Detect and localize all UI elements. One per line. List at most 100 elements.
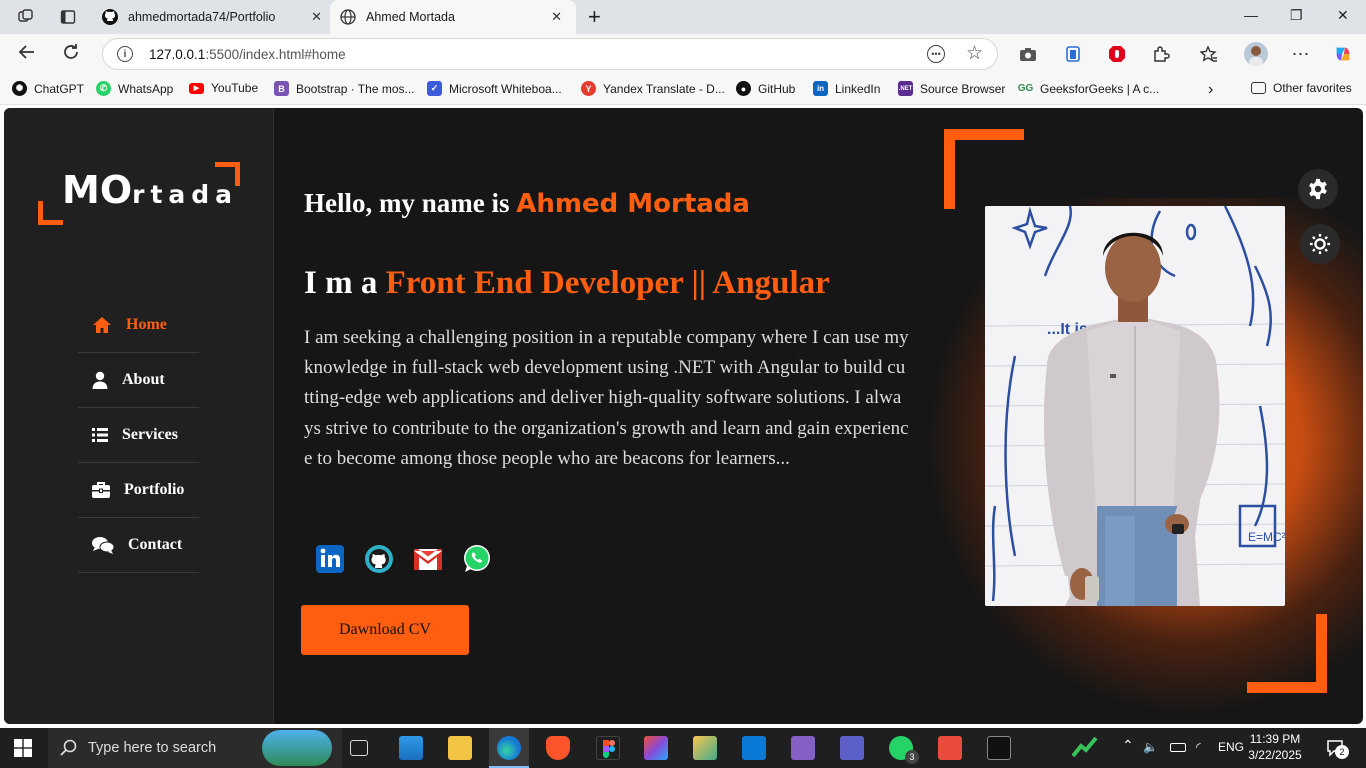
restore-icon[interactable]: ❐ [1290, 7, 1303, 24]
profile-photo: ...It is al E=MC² [985, 206, 1285, 606]
github-icon: ● [736, 81, 751, 96]
bookmark-label: GeeksforGeeks | A c... [1040, 81, 1160, 96]
bootstrap-icon: B [274, 81, 289, 96]
refresh-icon[interactable] [62, 43, 80, 66]
minimize-icon[interactable]: — [1244, 7, 1258, 23]
nav-item-home[interactable]: Home [78, 298, 199, 353]
globe-icon [340, 9, 356, 25]
greeting-prefix: Hello, my name is [304, 188, 510, 218]
terminal-icon[interactable] [987, 736, 1011, 760]
snipping-tool-icon[interactable] [693, 736, 717, 760]
nav-item-about[interactable]: About [78, 353, 199, 408]
download-cv-button[interactable]: Dawnload CV [301, 605, 469, 655]
nav-item-services[interactable]: Services [78, 408, 199, 463]
edge-icon [497, 736, 521, 760]
visual-studio-icon[interactable] [791, 736, 815, 760]
favorite-star-icon[interactable]: ☆ [966, 42, 983, 65]
gmail-icon[interactable] [413, 544, 443, 574]
bio-paragraph: I am seeking a challenging position in a… [304, 327, 909, 469]
bookmark-youtube[interactable]: ▶ YouTube [189, 81, 258, 95]
bookmark-label: LinkedIn [835, 81, 881, 96]
whatsapp-taskbar-icon[interactable]: 3 [889, 736, 919, 764]
close-window-icon[interactable]: ✕ [1337, 7, 1349, 24]
whatsapp-icon: ✆ [96, 81, 111, 96]
more-options-icon[interactable]: ⋯ [1291, 44, 1311, 64]
bookmark-label: Source Browser [920, 81, 1006, 96]
whatsapp-badge: 3 [905, 750, 919, 764]
theme-toggle-button[interactable] [1300, 224, 1340, 264]
nav-label: About [122, 371, 165, 388]
dotnet-icon: .NET [898, 81, 913, 96]
theme-settings-button[interactable] [1298, 169, 1338, 209]
edge-taskbar-button[interactable] [489, 728, 529, 768]
bookmark-label: Microsoft Whiteboa... [449, 81, 562, 96]
logo-initials: MO [62, 168, 133, 212]
url-input[interactable]: i 127.0.0.1:5500/index.html#home ••• ☆ [102, 38, 998, 70]
bookmark-label: Bootstrap · The mos... [296, 81, 415, 96]
brave-icon[interactable] [546, 736, 570, 760]
git-tool-icon[interactable] [644, 736, 668, 760]
bookmark-yandex[interactable]: Y Yandex Translate - D... [581, 81, 725, 96]
battery-icon[interactable] [1170, 743, 1186, 752]
briefcase-icon [92, 482, 110, 498]
language-indicator[interactable]: ENG [1218, 740, 1244, 754]
github-icon[interactable] [364, 544, 394, 574]
taskbar-search[interactable]: Type here to search [48, 728, 342, 768]
profile-avatar[interactable] [1244, 42, 1268, 66]
other-favorites[interactable]: Other favorites [1251, 81, 1352, 95]
stocks-widget-icon[interactable] [1071, 736, 1098, 760]
nav-item-portfolio[interactable]: Portfolio [78, 463, 199, 518]
close-tab-icon[interactable]: ✕ [311, 9, 322, 25]
comments-icon [92, 537, 114, 554]
anydesk-icon[interactable] [938, 736, 962, 760]
store-icon[interactable] [399, 736, 423, 760]
site-info-icon[interactable]: i [117, 46, 133, 62]
figma-icon[interactable] [596, 736, 620, 760]
bookmark-linkedin[interactable]: in LinkedIn [813, 81, 880, 96]
bookmark-whatsapp[interactable]: ✆ WhatsApp [96, 81, 173, 96]
bookmark-whiteboard[interactable]: ✓ Microsoft Whiteboa... [427, 81, 562, 96]
notification-count: 2 [1335, 745, 1349, 759]
clock[interactable]: 11:39 PM 3/22/2025 [1248, 731, 1302, 763]
file-explorer-icon[interactable] [448, 736, 472, 760]
logo[interactable]: MOrtada [38, 162, 240, 226]
tab-github-portfolio[interactable]: ahmedmortada74/Portfolio ✕ [94, 0, 336, 34]
collections-icon[interactable] [1063, 44, 1083, 64]
list-icon [92, 428, 108, 442]
teams-icon[interactable] [840, 736, 864, 760]
adblock-icon[interactable] [1107, 44, 1127, 64]
bookmark-source-browser[interactable]: .NET Source Browser [898, 81, 1005, 96]
linkedin-icon[interactable] [315, 544, 345, 574]
frame-corner-bottom-right [1247, 614, 1327, 693]
sidebar: MOrtada Home About Services Portfolio Co… [4, 108, 274, 724]
chevron-right-icon[interactable]: › [1208, 81, 1213, 99]
reader-options-icon[interactable]: ••• [927, 45, 945, 63]
volume-icon[interactable]: 🔈 [1143, 740, 1158, 754]
tab-ahmed-mortada[interactable]: Ahmed Mortada ✕ [330, 0, 576, 34]
workspaces-icon[interactable] [15, 6, 37, 28]
bookmark-bootstrap[interactable]: B Bootstrap · The mos... [274, 81, 415, 96]
vscode-icon[interactable] [742, 736, 766, 760]
nav-item-contact[interactable]: Contact [78, 518, 199, 573]
bookmark-geeksforgeeks[interactable]: GG GeeksforGeeks | A c... [1018, 81, 1159, 96]
screenshot-icon[interactable] [1018, 44, 1038, 64]
extensions-icon[interactable] [1151, 44, 1171, 64]
tray-chevron-up-icon[interactable]: ⌃ [1122, 737, 1134, 754]
back-icon[interactable] [18, 43, 36, 66]
clock-date: 3/22/2025 [1248, 748, 1302, 762]
folder-icon [1251, 82, 1266, 94]
favorites-icon[interactable] [1199, 44, 1219, 64]
bookmark-github[interactable]: ● GitHub [736, 81, 795, 96]
windows-start-icon[interactable] [14, 739, 32, 762]
task-view-icon[interactable] [350, 740, 368, 756]
vertical-tabs-icon[interactable] [57, 6, 79, 28]
notifications-icon[interactable]: 2 [1326, 739, 1349, 760]
copilot-icon[interactable] [1333, 44, 1353, 64]
whatsapp-icon[interactable] [462, 544, 492, 574]
new-tab-icon[interactable]: + [588, 4, 601, 30]
clock-time: 11:39 PM [1249, 732, 1301, 746]
close-tab-icon[interactable]: ✕ [551, 9, 562, 25]
wifi-icon[interactable]: ◜ [1196, 740, 1201, 754]
bookmark-chatgpt[interactable]: ✺ ChatGPT [12, 81, 84, 96]
hero-content: Hello, my name is Ahmed Mortada I m a Fr… [304, 188, 914, 474]
